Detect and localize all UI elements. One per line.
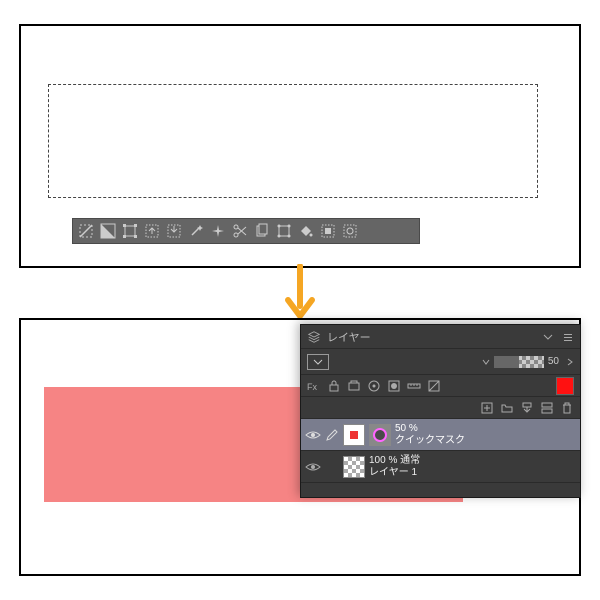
layer-opacity-mode: 100 % 通常 bbox=[369, 455, 420, 467]
trash-icon[interactable] bbox=[560, 401, 574, 415]
tool-shrink[interactable] bbox=[164, 221, 184, 241]
panel-menu-icon[interactable] bbox=[562, 331, 574, 343]
arrow-down-icon bbox=[282, 264, 318, 324]
layers-icon bbox=[307, 330, 321, 344]
chevron-down-icon bbox=[313, 357, 323, 367]
layer-row-quickmask[interactable]: 50 % クイックマスク bbox=[301, 419, 580, 451]
new-layer-icon[interactable] bbox=[480, 401, 494, 415]
layer-thumbnail bbox=[343, 424, 365, 446]
reference-icon[interactable] bbox=[367, 379, 381, 393]
ruler-icon[interactable] bbox=[407, 379, 421, 393]
mask-thumbnail bbox=[369, 424, 391, 446]
lock-icon[interactable] bbox=[327, 379, 341, 393]
layers-tools-row: Fx bbox=[301, 375, 580, 397]
selection-marquee bbox=[48, 84, 538, 198]
clip-icon[interactable] bbox=[347, 379, 361, 393]
tool-mask[interactable] bbox=[318, 221, 338, 241]
tool-paste[interactable] bbox=[252, 221, 272, 241]
chevron-down-icon[interactable] bbox=[482, 358, 490, 366]
layers-panel: レイヤー 50 Fx 50 % クイック bbox=[300, 324, 581, 498]
mask-icon[interactable] bbox=[387, 379, 401, 393]
tool-scissors[interactable] bbox=[230, 221, 250, 241]
layer-row-layer1[interactable]: 100 % 通常 レイヤー 1 bbox=[301, 451, 580, 483]
visibility-icon[interactable] bbox=[305, 461, 321, 473]
tool-invert[interactable] bbox=[98, 221, 118, 241]
tool-bounds[interactable] bbox=[120, 221, 140, 241]
transfer-down-icon[interactable] bbox=[520, 401, 534, 415]
layers-panel-title: レイヤー bbox=[327, 329, 538, 345]
before-panel bbox=[19, 24, 581, 268]
layer-thumbnail bbox=[343, 456, 365, 478]
layers-panel-header: レイヤー bbox=[301, 325, 580, 349]
tool-transform[interactable] bbox=[274, 221, 294, 241]
layer-name: レイヤー 1 bbox=[369, 467, 420, 479]
layer-name: クイックマスク bbox=[395, 435, 465, 447]
color-adjust-icon[interactable] bbox=[427, 379, 441, 393]
layers-actions-row bbox=[301, 397, 580, 419]
svg-text:Fx: Fx bbox=[307, 382, 317, 392]
fx-icon[interactable]: Fx bbox=[307, 379, 321, 393]
tool-sparkle[interactable] bbox=[208, 221, 228, 241]
tool-wand[interactable] bbox=[186, 221, 206, 241]
opacity-slider[interactable] bbox=[494, 356, 544, 368]
layer-color-swatch[interactable] bbox=[556, 377, 574, 395]
tool-deselect[interactable] bbox=[76, 221, 96, 241]
selection-toolbar bbox=[72, 218, 420, 244]
merge-icon[interactable] bbox=[540, 401, 554, 415]
tool-expand[interactable] bbox=[142, 221, 162, 241]
edit-icon[interactable] bbox=[325, 428, 339, 442]
layers-blend-row: 50 bbox=[301, 349, 580, 375]
tool-quickmask[interactable] bbox=[340, 221, 360, 241]
opacity-value: 50 bbox=[548, 356, 562, 367]
visibility-icon[interactable] bbox=[305, 429, 321, 441]
layer-opacity-mode: 50 % bbox=[395, 423, 465, 435]
chevron-right-icon[interactable] bbox=[566, 358, 574, 366]
blend-mode-select[interactable] bbox=[307, 354, 329, 370]
tool-fill[interactable] bbox=[296, 221, 316, 241]
chevron-down-icon[interactable] bbox=[542, 331, 554, 343]
new-folder-icon[interactable] bbox=[500, 401, 514, 415]
